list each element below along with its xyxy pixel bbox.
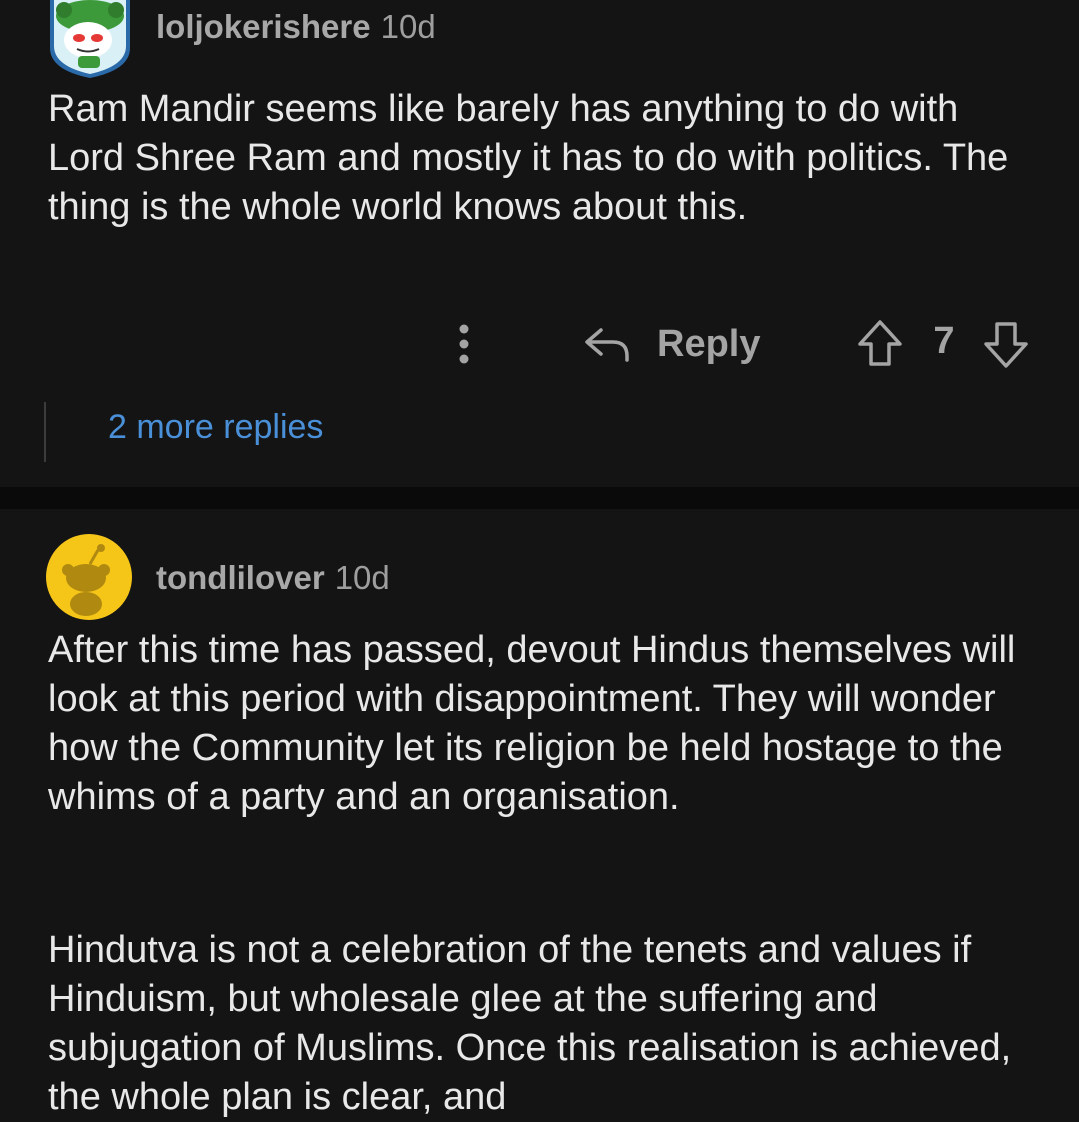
snoo-avatar-icon — [46, 534, 132, 620]
upvote-button[interactable] — [856, 318, 904, 370]
user-avatar[interactable] — [44, 0, 136, 80]
more-options-button[interactable] — [444, 320, 484, 368]
comment-paragraph: After this time has passed, devout Hindu… — [48, 629, 1016, 818]
downvote-arrow-icon — [984, 322, 1028, 368]
downvote-button[interactable] — [982, 318, 1030, 370]
comment-age: 10d — [380, 8, 436, 45]
vote-score: 7 — [933, 320, 955, 362]
user-avatar[interactable] — [46, 534, 132, 620]
reply-label: Reply — [657, 322, 761, 365]
reply-button[interactable]: Reply — [583, 318, 760, 370]
reply-icon — [585, 328, 629, 362]
snoo-avatar-icon — [50, 0, 130, 78]
username[interactable]: loljokerishere — [156, 8, 371, 45]
upvote-arrow-icon — [858, 320, 902, 366]
thread-line[interactable] — [44, 402, 46, 462]
more-replies-link[interactable]: 2 more replies — [108, 408, 323, 447]
more-vertical-icon — [459, 324, 469, 364]
comment-loljokerishere: loljokerishere 10d Ram Mandir seems like … — [0, 0, 1079, 487]
comment-paragraph: Hindutva is not a celebration of the ten… — [48, 929, 1012, 1118]
comment-body: Ram Mandir seems like barely has anythin… — [48, 88, 1009, 228]
comment-actions: Reply 7 — [0, 310, 1079, 380]
comment-age: 10d — [334, 559, 390, 596]
comment-meta: tondlilover 10d — [156, 559, 390, 597]
comment-tondlilover: tondlilover 10d After this time has passe… — [0, 509, 1079, 1118]
comment-meta: loljokerishere 10d — [156, 8, 436, 46]
username[interactable]: tondlilover — [156, 559, 325, 596]
comment-divider — [0, 487, 1079, 509]
